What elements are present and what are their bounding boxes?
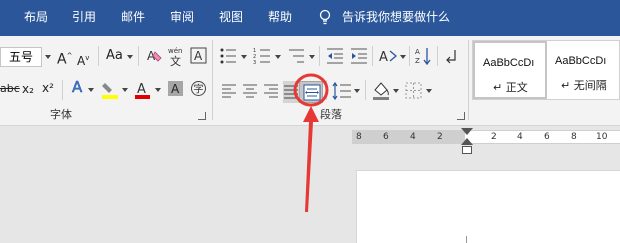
- svg-text:A: A: [415, 48, 420, 56]
- ruler-number: 8: [571, 132, 577, 142]
- show-formatting-marks-icon[interactable]: [444, 48, 458, 64]
- ruler-number: 2: [491, 132, 497, 142]
- ribbon-tab-bar: 布局 引用 邮件 审阅 视图 帮助 告诉我你想要做什么: [0, 0, 620, 36]
- font-size-value: 五号: [9, 50, 34, 64]
- svg-text:A: A: [171, 82, 180, 96]
- ribbon-home: 五号 A^ Av Aa A wén 文 A abc x₂ x² A A A 字 …: [0, 36, 620, 126]
- hanging-indent-marker[interactable]: [461, 138, 473, 145]
- justify-button[interactable]: [283, 81, 299, 103]
- text-effects-button[interactable]: A: [72, 79, 83, 96]
- first-line-indent-marker[interactable]: [461, 128, 473, 135]
- shading-dropdown-icon[interactable]: [393, 89, 399, 93]
- ruler-number: 4: [410, 132, 416, 142]
- svg-text:字: 字: [194, 83, 204, 96]
- shading-icon[interactable]: [371, 80, 391, 100]
- font-size-dropdown-icon[interactable]: [45, 55, 51, 59]
- tab-view[interactable]: 视图: [219, 9, 243, 25]
- phonetic-guide-icon[interactable]: wén 文: [167, 45, 187, 67]
- style-no-spacing-label: ↵ 无间隔: [561, 79, 607, 92]
- tell-me-box[interactable]: 告诉我你想要做什么: [318, 9, 450, 25]
- highlight-dropdown-icon[interactable]: [122, 88, 128, 92]
- character-shading-icon[interactable]: A: [167, 80, 185, 98]
- align-center-icon[interactable]: [242, 83, 258, 99]
- tab-review[interactable]: 审阅: [170, 9, 194, 25]
- numbering-icon[interactable]: 123: [253, 47, 273, 65]
- svg-text:wén: wén: [168, 47, 182, 55]
- svg-text:3: 3: [253, 60, 256, 65]
- numbering-dropdown-icon[interactable]: [275, 55, 281, 59]
- tab-mailings[interactable]: 邮件: [121, 9, 145, 25]
- style-no-spacing[interactable]: AaBbCcDı ↵ 无间隔: [547, 41, 620, 99]
- style-no-spacing-sample: AaBbCcDı: [555, 55, 607, 67]
- styles-gallery: AaBbCcDı ↵ 正文 AaBbCcDı ↵ 无间隔: [472, 40, 620, 100]
- svg-text:A: A: [194, 49, 203, 63]
- style-normal[interactable]: AaBbCcDı ↵ 正文: [473, 41, 547, 99]
- align-left-icon[interactable]: [221, 83, 237, 99]
- justify-icon: [284, 85, 298, 99]
- bullets-dropdown-icon[interactable]: [241, 55, 247, 59]
- borders-dropdown-icon[interactable]: [426, 89, 432, 93]
- increase-indent-icon[interactable]: [350, 47, 368, 65]
- font-color-icon[interactable]: A: [134, 80, 152, 100]
- style-normal-label: ↵ 正文: [493, 81, 528, 94]
- character-border-icon[interactable]: A: [190, 47, 208, 65]
- align-right-icon[interactable]: [263, 83, 279, 99]
- style-normal-sample: AaBbCcDı: [483, 57, 535, 69]
- font-size-combo[interactable]: 五号: [0, 47, 42, 67]
- change-case-button[interactable]: Aa: [106, 48, 123, 64]
- svg-text:Z: Z: [415, 57, 420, 65]
- horizontal-ruler[interactable]: 8 6 4 2 2 4 6 8 10: [352, 130, 620, 144]
- font-color-dropdown-icon[interactable]: [155, 88, 161, 92]
- chinese-layout-dropdown-icon[interactable]: [400, 55, 406, 59]
- lightbulb-icon: [319, 9, 331, 25]
- multilevel-list-dropdown-icon[interactable]: [309, 55, 315, 59]
- strikethrough-button[interactable]: abc: [0, 81, 20, 97]
- ruler-number: 6: [544, 132, 550, 142]
- text-effects-dropdown-icon[interactable]: [88, 88, 94, 92]
- tab-references[interactable]: 引用: [72, 9, 96, 25]
- multilevel-list-icon[interactable]: [287, 47, 307, 65]
- line-spacing-icon[interactable]: [332, 82, 352, 100]
- enclose-characters-icon[interactable]: 字: [190, 80, 208, 98]
- text-cursor: [466, 236, 467, 243]
- line-spacing-dropdown-icon[interactable]: [354, 89, 360, 93]
- ruler-number: 6: [383, 132, 389, 142]
- change-case-dropdown-icon[interactable]: [127, 55, 133, 59]
- svg-text:A: A: [137, 82, 146, 97]
- sort-icon[interactable]: AZ: [414, 46, 432, 66]
- distributed-align-button[interactable]: [299, 81, 323, 103]
- ruler-number: 2: [437, 132, 443, 142]
- font-dialog-launcher-icon[interactable]: [198, 112, 206, 120]
- paragraph-dialog-launcher-icon[interactable]: [457, 112, 465, 120]
- highlight-color-icon[interactable]: [100, 80, 120, 100]
- grow-font-icon[interactable]: A^: [57, 48, 72, 68]
- tab-help[interactable]: 帮助: [268, 9, 292, 25]
- svg-text:文: 文: [170, 54, 181, 67]
- shrink-font-icon[interactable]: Av: [77, 50, 89, 69]
- distributed-align-icon: [303, 84, 321, 101]
- subscript-button[interactable]: x₂: [22, 81, 34, 97]
- ruler-number: 10: [596, 132, 608, 142]
- ruler-number: 4: [517, 132, 523, 142]
- font-group-label: 字体: [50, 108, 72, 121]
- chinese-layout-icon[interactable]: A: [378, 47, 398, 65]
- tab-layout[interactable]: 布局: [24, 9, 48, 25]
- ruler-margin-left: [352, 131, 465, 143]
- bullets-icon[interactable]: [219, 47, 239, 65]
- svg-text:A: A: [379, 50, 388, 65]
- decrease-indent-icon[interactable]: [326, 47, 344, 65]
- ruler-number: 8: [356, 132, 362, 142]
- borders-icon[interactable]: [405, 82, 422, 99]
- left-indent-marker[interactable]: [462, 146, 472, 154]
- tell-me-text: 告诉我你想要做什么: [342, 10, 451, 24]
- paragraph-group-label: 段落: [320, 108, 342, 121]
- clear-formatting-icon[interactable]: A: [146, 47, 164, 65]
- superscript-button[interactable]: x²: [42, 80, 54, 96]
- document-page[interactable]: [356, 170, 620, 243]
